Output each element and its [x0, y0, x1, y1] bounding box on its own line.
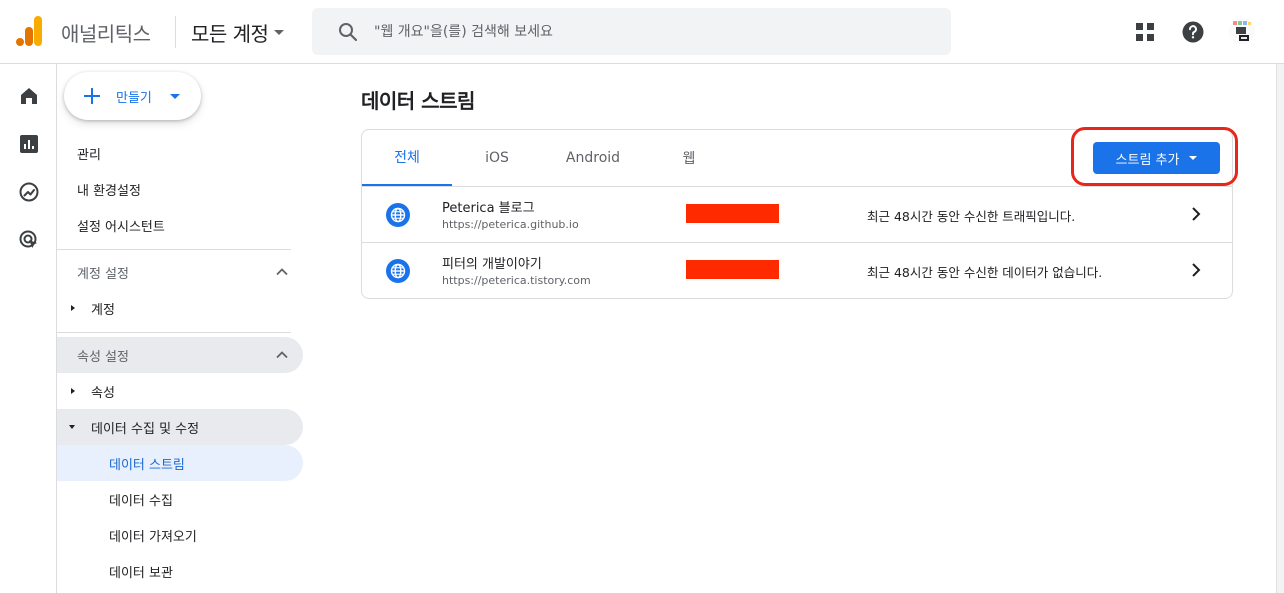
tab-label: iOS — [485, 150, 509, 166]
sidebar-item-data-collection-and-modification[interactable]: 데이터 수집 및 수정 — [57, 409, 303, 445]
tab-label: Android — [565, 150, 621, 166]
sidebar-item-data-import[interactable]: 데이터 가져오기 — [57, 517, 303, 553]
web-stream-globe-icon — [386, 203, 410, 227]
redacted-stream-id — [686, 204, 779, 223]
sidebar-item-data-streams[interactable]: 데이터 스트림 — [57, 445, 303, 481]
tab-android[interactable]: Android — [542, 130, 644, 186]
stream-name: Peterica 블로그 — [442, 201, 535, 216]
tab-ios[interactable]: iOS — [452, 130, 542, 186]
tab-all[interactable]: 전체 — [362, 130, 452, 186]
sidebar-item-label: 설정 어시스턴트 — [77, 219, 165, 235]
web-stream-globe-icon — [386, 259, 410, 283]
home-icon[interactable] — [17, 84, 41, 108]
sidebar-item-setup-assistant[interactable]: 설정 어시스턴트 — [57, 207, 303, 243]
tab-label: 웹 — [682, 151, 696, 167]
stream-row[interactable]: 피터의 개발이야기 https://peterica.tistory.com 최… — [362, 243, 1232, 299]
advertising-icon[interactable] — [17, 228, 41, 252]
section-title: 속성 설정 — [77, 349, 129, 365]
data-streams-card: 전체 iOS Android 웹 스트림 추가 Peterica 블로그 htt… — [361, 129, 1233, 299]
stream-status: 최근 48시간 동안 수신한 트래픽입니다. — [867, 209, 1076, 224]
help-icon[interactable] — [1181, 20, 1205, 44]
left-nav-rail — [0, 64, 57, 593]
stream-row[interactable]: Peterica 블로그 https://peterica.github.io … — [362, 187, 1232, 243]
tab-label: 전체 — [394, 150, 420, 166]
sidebar-item-label: 속성 — [91, 385, 115, 401]
create-button[interactable]: 만들기 — [64, 72, 201, 120]
expand-arrow-icon — [71, 305, 75, 311]
page-title: 데이터 스트림 — [361, 89, 475, 113]
explore-icon[interactable] — [17, 180, 41, 204]
chevron-right-icon[interactable] — [1186, 204, 1206, 224]
sidebar-item-data-retention[interactable]: 데이터 보관 — [57, 553, 303, 589]
caret-down-icon — [169, 93, 180, 99]
chevron-right-icon[interactable] — [1186, 260, 1206, 280]
search-icon — [339, 22, 358, 41]
stream-name: 피터의 개발이야기 — [442, 257, 542, 272]
redacted-stream-id — [686, 260, 779, 279]
apps-grid-icon[interactable] — [1133, 20, 1157, 44]
sidebar-item-my-preferences[interactable]: 내 환경설정 — [57, 171, 303, 207]
sidebar-item-admin[interactable]: 관리 — [57, 135, 303, 171]
sidebar-item-label: 계정 — [91, 302, 115, 318]
account-selector-label: 모든 계정 — [191, 21, 269, 46]
tab-web[interactable]: 웹 — [644, 130, 734, 186]
expand-arrow-icon — [71, 388, 75, 394]
sidebar-item-label: 데이터 스트림 — [109, 457, 185, 473]
search-input[interactable] — [374, 23, 914, 40]
section-title: 계정 설정 — [77, 266, 129, 282]
account-selector[interactable]: 모든 계정 — [191, 16, 285, 48]
caret-down-icon — [1189, 156, 1198, 160]
add-stream-button-label: 스트림 추가 — [1115, 152, 1180, 168]
sidebar-item-label: 내 환경설정 — [77, 183, 141, 199]
property-settings-section-header[interactable]: 속성 설정 — [57, 337, 303, 373]
sidebar-item-label: 데이터 수집 — [109, 493, 173, 509]
create-button-label: 만들기 — [116, 90, 152, 106]
sidebar-divider — [57, 249, 291, 250]
stream-status: 최근 48시간 동안 수신한 데이터가 없습니다. — [867, 265, 1103, 280]
header-divider — [175, 16, 176, 48]
sidebar-item-account[interactable]: 계정 — [57, 290, 303, 326]
search-bar[interactable] — [312, 8, 951, 55]
page-scrollbar[interactable] — [1276, 64, 1284, 593]
sidebar-item-data-collection[interactable]: 데이터 수집 — [57, 481, 303, 517]
reports-icon[interactable] — [17, 132, 41, 156]
chevron-up-icon — [276, 351, 288, 359]
analytics-logo-icon[interactable] — [16, 16, 42, 46]
app-frame: 애널리틱스 모든 계정 "웹 개요"을(를) 검색해 보세요 만들기 관리 내 … — [0, 0, 1284, 593]
sidebar-item-label: 데이터 수집 및 수정 — [91, 421, 200, 437]
collapse-arrow-icon — [69, 425, 75, 429]
avatar-image-icon — [1233, 21, 1251, 41]
stream-url: https://peterica.tistory.com — [442, 274, 591, 287]
account-settings-section-header[interactable]: 계정 설정 — [57, 254, 303, 290]
account-avatar[interactable] — [1229, 18, 1255, 44]
top-app-bar: 애널리틱스 모든 계정 — [0, 0, 1284, 64]
chevron-up-icon — [276, 268, 288, 276]
sidebar-item-label: 데이터 가져오기 — [109, 529, 197, 545]
app-name: 애널리틱스 — [61, 22, 151, 46]
sidebar-item-property[interactable]: 속성 — [57, 373, 303, 409]
add-stream-button[interactable]: 스트림 추가 — [1093, 142, 1220, 174]
plus-icon — [84, 88, 100, 104]
sidebar-item-label: 데이터 보관 — [109, 565, 173, 581]
stream-url: https://peterica.github.io — [442, 218, 579, 231]
caret-down-icon — [274, 29, 285, 35]
sidebar-divider — [57, 332, 291, 333]
sidebar-item-label: 관리 — [77, 147, 101, 163]
